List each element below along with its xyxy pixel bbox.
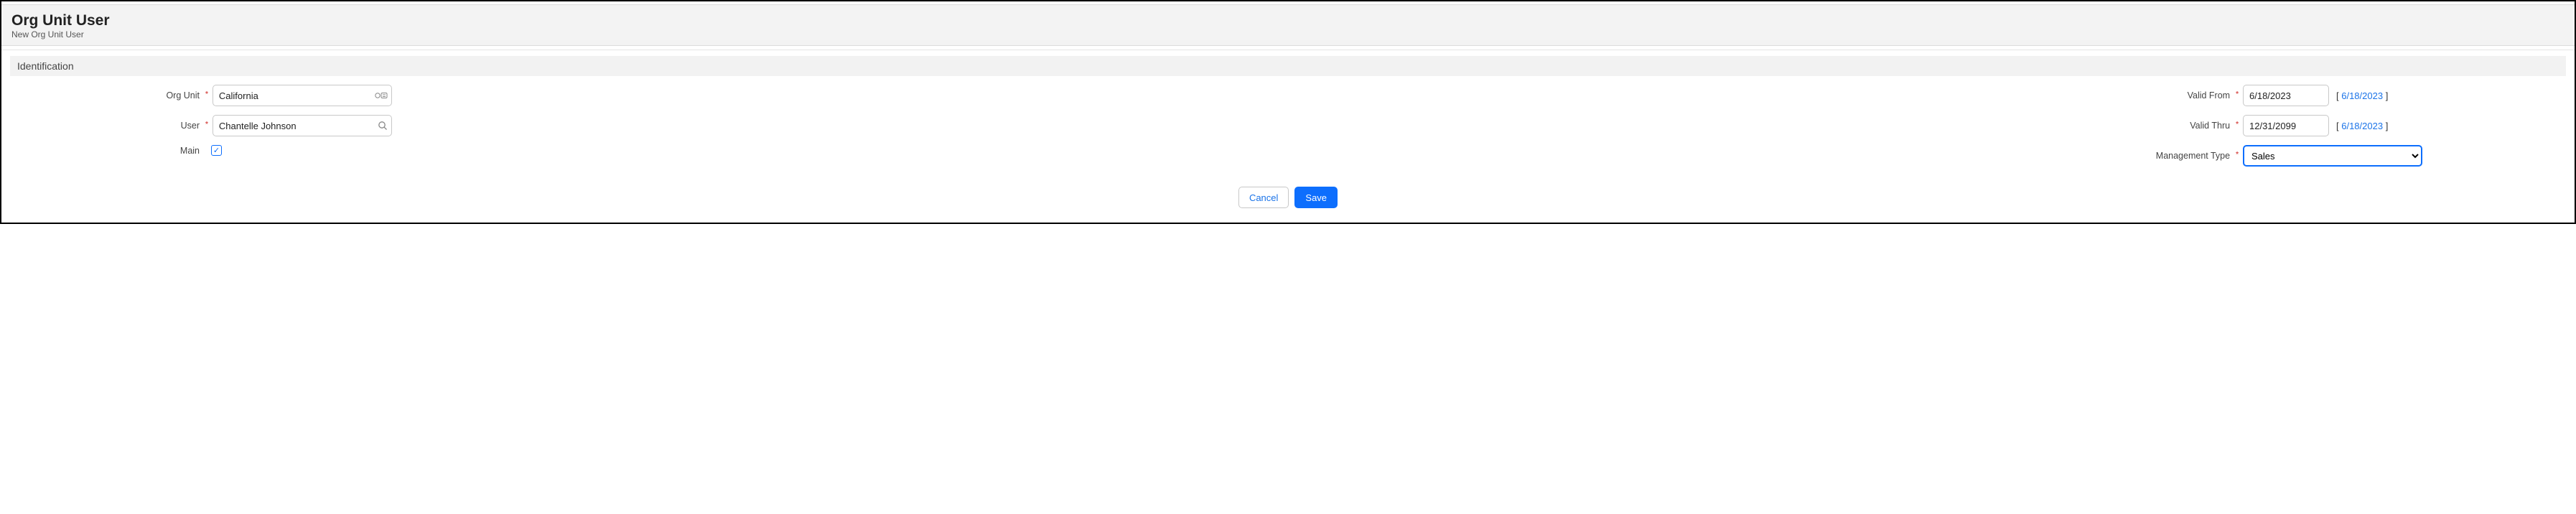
valid-thru-hint: [ 6/18/2023 ]: [2336, 121, 2388, 131]
page-title: Org Unit User: [11, 12, 2565, 29]
required-marker: *: [2236, 90, 2239, 98]
label-valid-from: Valid From: [2055, 90, 2234, 101]
user-input[interactable]: [213, 115, 392, 136]
section-title-identification: Identification: [10, 56, 2566, 76]
app-frame: Org Unit User New Org Unit User Identifi…: [0, 0, 2576, 224]
label-management-type: Management Type: [2055, 151, 2234, 161]
label-main: Main: [24, 146, 204, 156]
content-area: Identification Org Unit *: [1, 50, 2575, 218]
field-user: User *: [24, 115, 392, 136]
management-type-select[interactable]: Sales: [2243, 145, 2422, 167]
valid-thru-link[interactable]: 6/18/2023: [2341, 121, 2383, 131]
field-valid-thru: Valid Thru * [ 6/18/2023 ]: [2055, 115, 2422, 136]
page-subtitle: New Org Unit User: [11, 29, 2565, 39]
page-header: Org Unit User New Org Unit User: [1, 4, 2575, 46]
search-icon[interactable]: [378, 121, 388, 131]
lookup-icon[interactable]: [375, 91, 388, 100]
required-marker: *: [205, 121, 208, 128]
label-org-unit: Org Unit: [24, 90, 204, 101]
save-button[interactable]: Save: [1294, 187, 1338, 208]
required-marker: *: [2236, 121, 2239, 128]
form-actions: Cancel Save: [10, 187, 2566, 208]
valid-from-input[interactable]: [2243, 85, 2329, 106]
field-management-type: Management Type * Sales: [2055, 145, 2422, 167]
valid-from-link[interactable]: 6/18/2023: [2341, 90, 2383, 101]
org-unit-input[interactable]: [213, 85, 392, 106]
required-marker: *: [205, 90, 208, 98]
label-valid-thru: Valid Thru: [2055, 121, 2234, 131]
main-checkbox[interactable]: ✓: [211, 145, 222, 156]
field-valid-from: Valid From * [ 6/18/2023 ]: [2055, 85, 2422, 106]
valid-from-hint: [ 6/18/2023 ]: [2336, 90, 2388, 101]
valid-thru-input[interactable]: [2243, 115, 2329, 136]
bracket-close: ]: [2383, 121, 2388, 131]
form-column-right: Valid From * [ 6/18/2023 ] Valid Thru *: [2055, 85, 2422, 167]
form-column-left: Org Unit *: [24, 85, 392, 167]
form-area: Org Unit *: [10, 76, 2566, 167]
field-main: Main ✓: [24, 145, 392, 156]
field-org-unit: Org Unit *: [24, 85, 392, 106]
required-marker: *: [2236, 151, 2239, 159]
label-user: User: [24, 121, 204, 131]
cancel-button[interactable]: Cancel: [1238, 187, 1289, 208]
bracket-close: ]: [2383, 90, 2388, 101]
